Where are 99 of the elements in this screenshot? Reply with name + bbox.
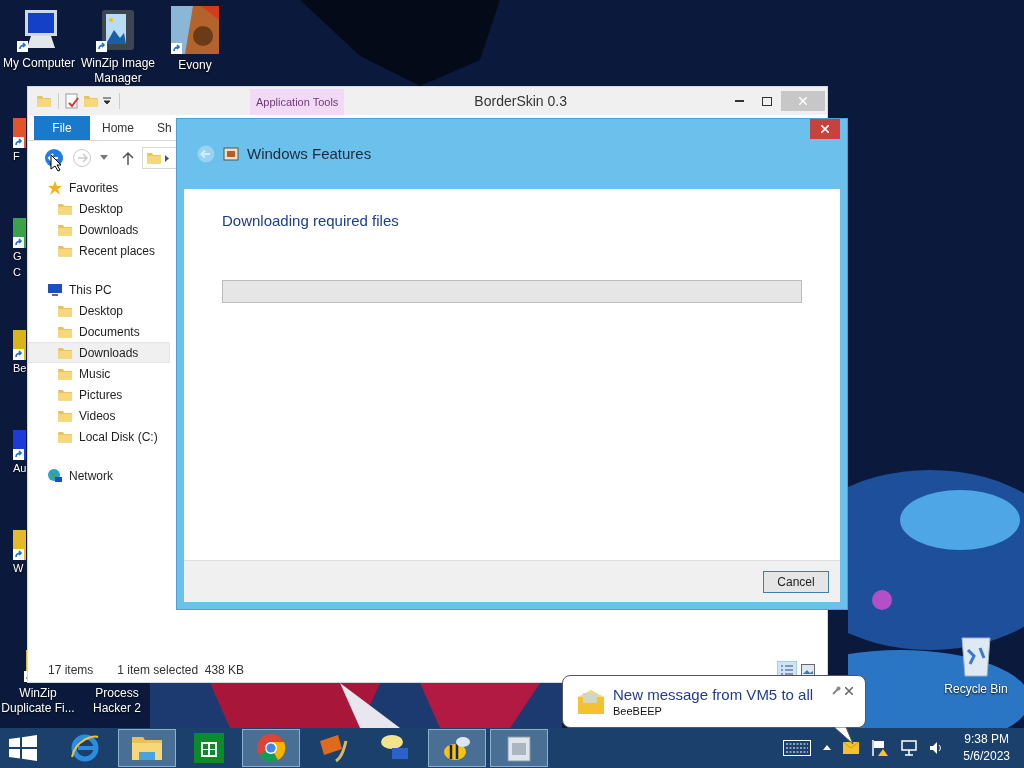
folder-icon bbox=[57, 243, 73, 258]
nav-pane-item[interactable]: Favorites bbox=[28, 177, 170, 198]
window-features-icon bbox=[223, 146, 239, 162]
folder-icon bbox=[57, 429, 73, 444]
nav-pane-item[interactable]: This PC bbox=[28, 279, 170, 300]
desktop-icon-label[interactable]: Duplicate Fi... bbox=[1, 701, 75, 716]
nav-pane-item[interactable]: Desktop bbox=[28, 300, 170, 321]
thumbnail-view-icon[interactable] bbox=[801, 664, 815, 676]
shortcut-arrow-icon bbox=[13, 137, 24, 148]
network-icon[interactable] bbox=[901, 740, 918, 756]
cancel-button[interactable]: Cancel bbox=[763, 570, 829, 593]
desktop-icon-label[interactable]: W bbox=[13, 560, 24, 576]
folder-icon bbox=[36, 94, 52, 108]
shortcut-arrow-icon bbox=[13, 349, 24, 360]
computer-icon bbox=[47, 281, 63, 298]
shortcut-arrow-icon bbox=[13, 549, 24, 560]
desktop-icon-label[interactable]: Au bbox=[13, 460, 27, 476]
nav-pane-item[interactable]: Network bbox=[28, 465, 170, 486]
desktop-icon-label[interactable]: C bbox=[13, 264, 21, 280]
notification-title: New message from VM5 to all bbox=[613, 685, 814, 704]
game-art-icon bbox=[171, 6, 219, 54]
windows-logo-icon bbox=[9, 735, 37, 761]
nav-pane-item[interactable]: Pictures bbox=[28, 384, 170, 405]
minimize-icon bbox=[734, 99, 744, 103]
folder-icon bbox=[57, 387, 73, 402]
desktop-icon-label[interactable]: Manager bbox=[94, 71, 142, 86]
desktop-icon-label[interactable]: F bbox=[13, 148, 20, 164]
nav-pane-item[interactable]: Documents bbox=[28, 321, 170, 342]
desktop-icon-label[interactable]: WinZip bbox=[19, 686, 57, 701]
shortcut-arrow-icon bbox=[13, 237, 24, 248]
shortcut-arrow-icon bbox=[96, 41, 107, 52]
ribbon-tab[interactable]: Sh bbox=[146, 116, 170, 140]
maximize-icon bbox=[762, 96, 772, 106]
shortcut-arrow-icon bbox=[171, 43, 182, 54]
desktop-icon-label[interactable]: Recycle Bin bbox=[944, 682, 1008, 697]
desktop-icon-label[interactable]: G bbox=[13, 248, 22, 264]
folder-icon bbox=[57, 222, 73, 237]
app-window-icon bbox=[506, 733, 532, 763]
notification-app: BeeBEEP bbox=[613, 703, 663, 718]
ribbon-tab[interactable]: Home bbox=[90, 116, 146, 140]
nav-pane-item[interactable]: Music bbox=[28, 363, 170, 384]
desktop-icon-label[interactable]: Be bbox=[13, 360, 27, 376]
star-icon bbox=[47, 179, 63, 196]
e-logo-icon bbox=[70, 733, 100, 763]
caret-up-icon[interactable] bbox=[823, 745, 832, 751]
chrome-logo-icon bbox=[256, 733, 286, 763]
speaker-icon[interactable] bbox=[929, 741, 944, 755]
close-icon bbox=[821, 125, 829, 133]
properties-icon[interactable] bbox=[65, 93, 79, 109]
chevron-icon bbox=[165, 154, 169, 162]
envelope-icon bbox=[577, 688, 605, 715]
window-title: BorderSkin 0.3 bbox=[474, 91, 567, 111]
flag-icon[interactable] bbox=[871, 739, 890, 757]
folder-icon bbox=[146, 151, 162, 165]
shortcut-arrow-icon bbox=[13, 449, 24, 460]
bee-icon bbox=[441, 734, 473, 762]
keyboard-icon[interactable] bbox=[783, 740, 812, 756]
desktop-icon-label[interactable]: My Computer bbox=[3, 56, 75, 71]
clock[interactable]: 9:38 PM 5/6/2023 bbox=[963, 731, 1010, 765]
nav-pane-item[interactable]: Downloads bbox=[28, 342, 170, 363]
desktop-icon-label[interactable]: Process bbox=[95, 686, 139, 701]
contextual-tab-label[interactable]: Application Tools bbox=[250, 89, 345, 115]
nav-pane-item[interactable]: Downloads bbox=[28, 219, 170, 240]
close-icon[interactable] bbox=[845, 687, 853, 695]
up-arrow-icon[interactable] bbox=[122, 151, 134, 165]
taskbar-button[interactable] bbox=[428, 729, 486, 767]
folder-icon bbox=[57, 201, 73, 216]
ribbon-tab[interactable]: File bbox=[34, 116, 90, 140]
store-bag-icon bbox=[194, 733, 224, 763]
notification-balloon[interactable]: New message from VM5 to all BeeBEEP bbox=[562, 675, 866, 728]
nav-pane-item[interactable]: Desktop bbox=[28, 198, 170, 219]
folder-icon bbox=[131, 734, 163, 762]
folder-icon bbox=[57, 408, 73, 423]
desktop-icon-label[interactable]: Evony bbox=[178, 58, 212, 73]
desktop-icon-label[interactable]: Hacker 2 bbox=[93, 701, 141, 716]
dialog-title: Windows Features bbox=[247, 143, 372, 164]
recent-caret-icon[interactable] bbox=[100, 155, 108, 161]
close-button[interactable] bbox=[810, 119, 840, 139]
dialog-heading: Downloading required files bbox=[222, 211, 400, 231]
folder-icon bbox=[57, 345, 73, 360]
dropdown-caret-icon[interactable] bbox=[103, 97, 111, 105]
wrench-icon[interactable] bbox=[831, 686, 841, 696]
envelope-icon[interactable] bbox=[843, 742, 860, 754]
desktop-icon-label[interactable]: WinZip Image bbox=[81, 56, 155, 71]
item-count: 17 items bbox=[48, 662, 94, 679]
nav-pane-item[interactable]: Videos bbox=[28, 405, 170, 426]
globe-icon bbox=[47, 467, 63, 484]
mouse-pointer-icon bbox=[50, 154, 61, 172]
new-folder-icon bbox=[83, 94, 99, 108]
folder-icon bbox=[57, 324, 73, 339]
folder-icon bbox=[57, 366, 73, 381]
shortcut-arrow-icon bbox=[17, 41, 28, 52]
nav-pane-item[interactable]: Recent places bbox=[28, 240, 170, 261]
balloon-tail bbox=[834, 727, 854, 745]
folder-icon bbox=[57, 303, 73, 318]
nav-pane-item[interactable]: Local Disk (C:) bbox=[28, 426, 170, 447]
selection-info: 1 item selected 438 KB bbox=[117, 662, 245, 679]
close-icon bbox=[799, 97, 807, 105]
film-reel-icon bbox=[318, 733, 348, 763]
